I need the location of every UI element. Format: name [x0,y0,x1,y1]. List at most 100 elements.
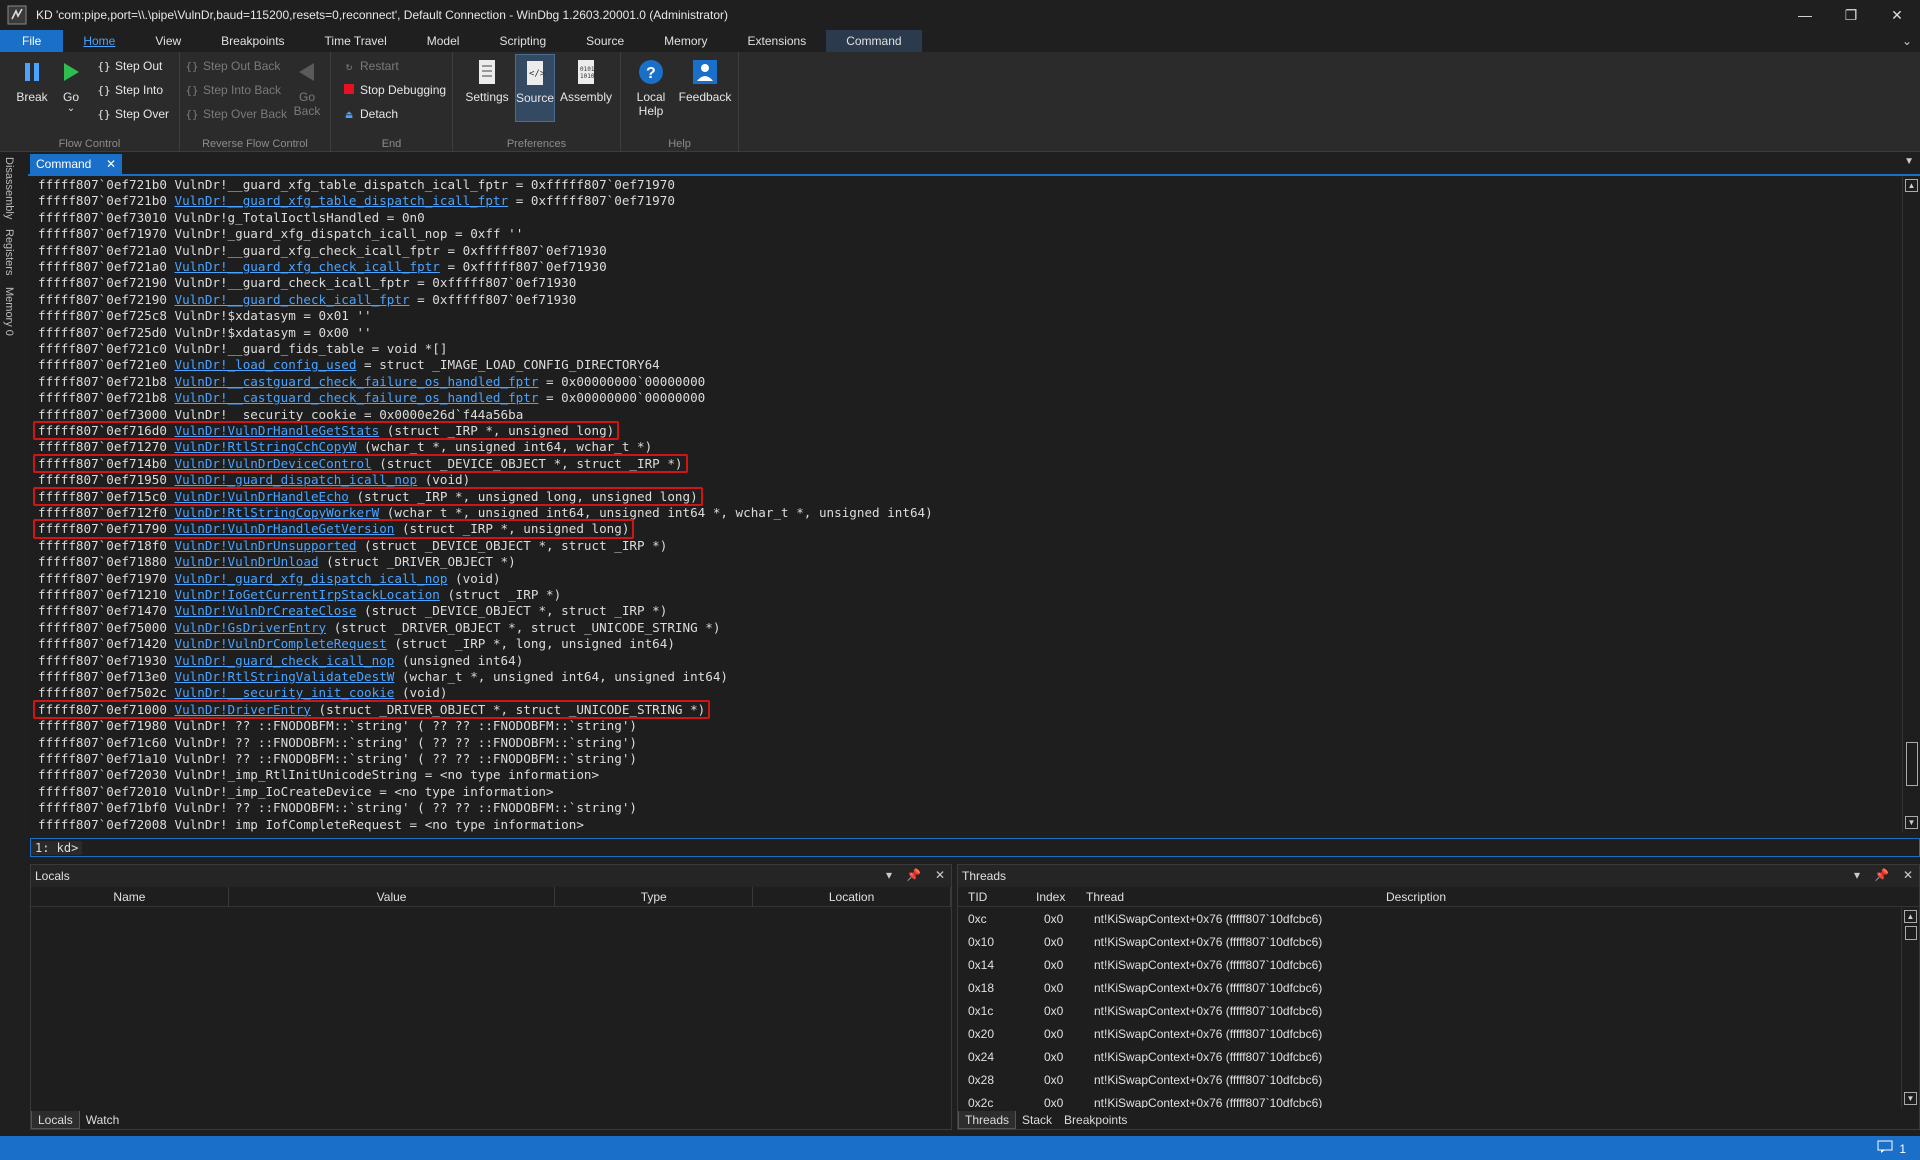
step-out-back-button[interactable]: {} Step Out Back [184,56,280,76]
table-row[interactable]: 0xc 0x0 nt!KiSwapContext+0x76 (fffff807`10… [958,908,1898,931]
feedback-button[interactable]: Feedback [677,58,733,104]
step-into-button[interactable]: {} Step Into [96,80,163,100]
step-over-button[interactable]: {} Step Over [96,104,169,124]
table-row[interactable]: 0x24 0x0 nt!KiSwapContext+0x76 (fffff807`1… [958,1046,1898,1069]
symbol-link[interactable]: VulnDr!VulnDrHandleGetStats [174,423,379,438]
detach-button[interactable]: ⏏ Detach [341,104,398,124]
tab-watch[interactable]: Watch [80,1111,126,1129]
scroll-up-icon[interactable]: ▲ [1905,179,1918,192]
symbol-link[interactable]: VulnDr!__guard_xfg_table_dispatch_icall_… [174,193,508,208]
table-row[interactable]: 0x2c 0x0 nt!KiSwapContext+0x76 (fffff807`1… [958,1092,1898,1108]
symbol-link[interactable]: VulnDr!RtlStringCopyWorkerW [174,505,379,520]
side-tab-registers[interactable]: Registers [3,229,15,275]
symbol-link[interactable]: VulnDr!VulnDrDeviceControl [174,456,371,471]
symbol-link[interactable]: VulnDr!VulnDrUnload [174,554,318,569]
tab-breakpoints[interactable]: Breakpoints [201,30,304,52]
dropdown-chevron-icon[interactable]: ▾ [886,868,892,882]
settings-button[interactable]: Settings [463,58,511,104]
go-dropdown-chevron-icon[interactable]: ⌄ [52,104,90,114]
step-over-back-button[interactable]: {} Step Over Back [184,104,287,124]
tab-home[interactable]: Home [63,30,135,52]
windbg-app-icon[interactable] [4,2,30,28]
tab-scripting[interactable]: Scripting [479,30,566,52]
go-button[interactable]: Go ⌄ [52,58,90,114]
symbol-link[interactable]: VulnDr!__castguard_check_failure_os_hand… [174,390,538,405]
symbol-link[interactable]: VulnDr!VulnDrHandleEcho [174,489,348,504]
column-location[interactable]: Location [753,886,951,907]
scroll-down-icon[interactable]: ▼ [1904,1092,1917,1105]
tab-view[interactable]: View [135,30,201,52]
symbol-link[interactable]: VulnDr!__guard_xfg_check_icall_fptr [174,259,439,274]
symbol-link[interactable]: VulnDr!GsDriverEntry [174,620,326,635]
notifications-button[interactable]: 1 [1877,1140,1906,1157]
pane-menu-chevron-icon[interactable]: ▼ [1904,156,1914,167]
tab-time-travel[interactable]: Time Travel [305,30,407,52]
table-row[interactable]: 0x10 0x0 nt!KiSwapContext+0x76 (fffff807`1… [958,931,1898,954]
assembly-button[interactable]: 0101 1010 Assembly [559,58,613,104]
symbol-link[interactable]: VulnDr!VulnDrCompleteRequest [174,636,386,651]
column-type[interactable]: Type [555,886,754,907]
tab-stack[interactable]: Stack [1016,1111,1058,1129]
tab-breakpoints-pane[interactable]: Breakpoints [1058,1111,1133,1129]
step-out-button[interactable]: {} Step Out [96,56,162,76]
scrollbar-thumb[interactable] [1905,926,1917,940]
stop-debugging-button[interactable]: Stop Debugging [341,80,446,100]
scroll-up-icon[interactable]: ▲ [1904,910,1917,923]
column-index[interactable]: Index [1036,890,1065,904]
pin-icon[interactable]: 📌 [1874,868,1889,882]
tab-command-window[interactable]: Command ✕ [30,154,122,174]
tab-extensions[interactable]: Extensions [728,30,827,52]
tab-threads[interactable]: Threads [958,1111,1017,1129]
command-input[interactable] [82,839,1919,856]
symbol-link[interactable]: VulnDr!DriverEntry [174,702,310,717]
source-button[interactable]: </> Source [515,54,555,122]
threads-scrollbar[interactable]: ▲ ▼ [1901,908,1919,1108]
symbol-link[interactable]: VulnDr!_guard_xfg_dispatch_icall_nop [174,571,447,586]
pin-icon[interactable]: 📌 [906,868,921,882]
symbol-link[interactable]: VulnDr!__guard_check_icall_fptr [174,292,409,307]
symbol-link[interactable]: VulnDr!_guard_dispatch_icall_nop [174,472,417,487]
tab-model[interactable]: Model [407,30,480,52]
table-row[interactable]: 0x18 0x0 nt!KiSwapContext+0x76 (fffff807`1… [958,977,1898,1000]
restore-button[interactable]: ❐ [1828,0,1874,30]
scroll-down-icon[interactable]: ▼ [1905,816,1918,829]
go-back-button[interactable]: Go Back [288,58,326,118]
local-help-button[interactable]: ? Local Help [629,58,673,118]
symbol-link[interactable]: VulnDr!_load_config_used [174,357,356,372]
side-tab-disassembly[interactable]: Disassembly [3,157,15,219]
scrollbar-thumb[interactable] [1906,742,1918,786]
column-description[interactable]: Description [1386,890,1446,904]
table-row[interactable]: 0x20 0x0 nt!KiSwapContext+0x76 (fffff807`1… [958,1023,1898,1046]
symbol-link[interactable]: VulnDr!__castguard_check_failure_os_hand… [174,374,538,389]
step-into-back-button[interactable]: {} Step Into Back [184,80,281,100]
column-name[interactable]: Name [31,886,229,907]
ribbon-collapse-chevron-icon[interactable]: ⌄ [1902,34,1912,48]
tab-locals[interactable]: Locals [31,1111,80,1129]
break-button[interactable]: Break [13,58,51,104]
symbol-link[interactable]: VulnDr!VulnDrHandleGetVersion [174,521,394,536]
symbol-link[interactable]: VulnDr!_guard_check_icall_nop [174,653,394,668]
table-row[interactable]: 0x28 0x0 nt!KiSwapContext+0x76 (fffff807`1… [958,1069,1898,1092]
tab-source[interactable]: Source [566,30,644,52]
symbol-link[interactable]: VulnDr!RtlStringValidateDestW [174,669,394,684]
column-thread[interactable]: Thread [1086,890,1124,904]
close-window-button[interactable]: ✕ [1874,0,1920,30]
symbol-link[interactable]: VulnDr!VulnDrUnsupported [174,538,356,553]
table-row[interactable]: 0x1c 0x0 nt!KiSwapContext+0x76 (fffff807`1… [958,1000,1898,1023]
dropdown-chevron-icon[interactable]: ▾ [1854,868,1860,882]
tab-file[interactable]: File [0,30,64,52]
command-scrollbar[interactable]: ▲ ▼ [1902,177,1920,832]
symbol-link[interactable]: VulnDr!IoGetCurrentIrpStackLocation [174,587,439,602]
table-row[interactable]: 0x14 0x0 nt!KiSwapContext+0x76 (fffff807`1… [958,954,1898,977]
close-icon[interactable]: ✕ [1903,868,1913,882]
symbol-link[interactable]: VulnDr!VulnDrCreateClose [174,603,356,618]
minimize-button[interactable]: — [1782,0,1828,30]
tab-command[interactable]: Command [826,30,922,52]
symbol-link[interactable]: VulnDr!RtlStringCchCopyW [174,439,356,454]
close-icon[interactable]: ✕ [106,157,116,171]
tab-memory[interactable]: Memory [644,30,727,52]
close-icon[interactable]: ✕ [935,868,945,882]
column-tid[interactable]: TID [968,890,987,904]
restart-button[interactable]: ↻ Restart [341,56,399,76]
column-value[interactable]: Value [229,886,556,907]
